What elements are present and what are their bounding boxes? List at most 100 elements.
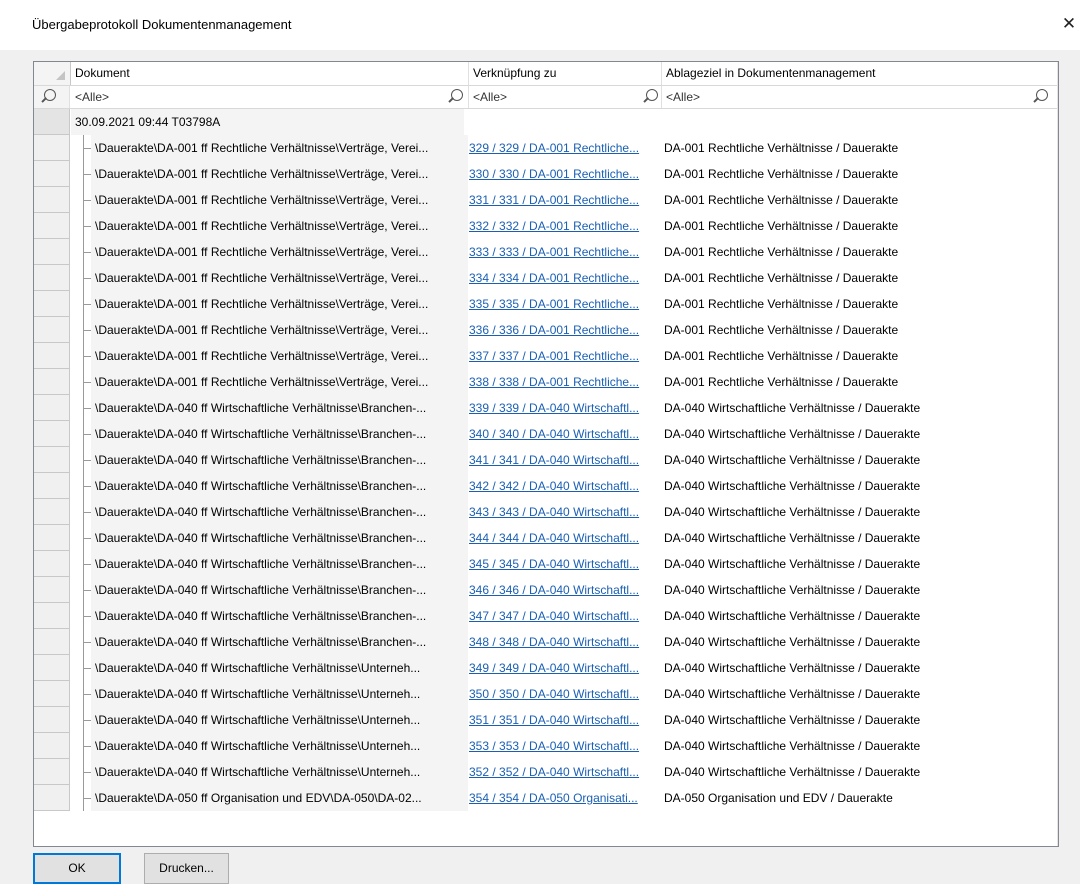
cell-ablageziel: DA-040 Wirtschaftliche Verhältnisse / Da… [664, 609, 921, 623]
cell-verknuepfung: 334 / 334 / DA-001 Rechtliche... [469, 265, 661, 291]
link-verknuepfung[interactable]: 331 / 331 / DA-001 Rechtliche... [469, 193, 639, 207]
search-icon[interactable] [451, 89, 463, 101]
link-verknuepfung[interactable]: 340 / 340 / DA-040 Wirtschaftl... [469, 427, 639, 441]
link-verknuepfung[interactable]: 334 / 334 / DA-001 Rechtliche... [469, 271, 639, 285]
row-selector[interactable] [34, 655, 70, 681]
row-selector[interactable] [34, 525, 70, 551]
row-selector[interactable] [34, 265, 70, 291]
vertical-scrollbar[interactable]: ︿ ﹀ [1057, 62, 1059, 846]
cell-dokument: \Dauerakte\DA-040 ff Wirtschaftliche Ver… [91, 707, 468, 733]
title-bar: Übergabeprotokoll Dokumentenmanagement ✕ [0, 0, 1080, 50]
cell-verknuepfung: 344 / 344 / DA-040 Wirtschaftl... [469, 525, 661, 551]
cell-dokument: \Dauerakte\DA-040 ff Wirtschaftliche Ver… [91, 551, 468, 577]
row-selector[interactable] [34, 109, 70, 135]
search-icon[interactable] [1036, 89, 1048, 101]
cell-ablageziel: DA-001 Rechtliche Verhältnisse / Dauerak… [664, 323, 899, 337]
cell-ablageziel: DA-050 Organisation und EDV / Dauerakte [664, 791, 893, 805]
column-label: Verknüpfung zu [473, 66, 557, 80]
row-selector[interactable] [34, 317, 70, 343]
row-selector[interactable] [34, 239, 70, 265]
select-all-corner[interactable] [34, 62, 71, 85]
row-selector[interactable] [34, 395, 70, 421]
link-verknuepfung[interactable]: 341 / 341 / DA-040 Wirtschaftl... [469, 453, 639, 467]
filter-input-dokument[interactable]: <Alle> [71, 86, 469, 108]
row-selector[interactable] [34, 343, 70, 369]
column-header-ablageziel[interactable]: Ablageziel in Dokumentenmanagement [662, 62, 1056, 85]
row-selector[interactable] [34, 759, 70, 785]
row-selector[interactable] [34, 213, 70, 239]
link-verknuepfung[interactable]: 333 / 333 / DA-001 Rechtliche... [469, 245, 639, 259]
link-verknuepfung[interactable]: 345 / 345 / DA-040 Wirtschaftl... [469, 557, 639, 571]
link-verknuepfung[interactable]: 338 / 338 / DA-001 Rechtliche... [469, 375, 639, 389]
cell-dokument: \Dauerakte\DA-040 ff Wirtschaftliche Ver… [91, 655, 468, 681]
row-selector[interactable] [34, 499, 70, 525]
row-selector[interactable] [34, 629, 70, 655]
link-verknuepfung[interactable]: 344 / 344 / DA-040 Wirtschaftl... [469, 531, 639, 545]
filter-row: <Alle> <Alle> <Alle> [34, 86, 1058, 109]
row-selector[interactable] [34, 187, 70, 213]
link-verknuepfung[interactable]: 350 / 350 / DA-040 Wirtschaftl... [469, 687, 639, 701]
cell-dokument: \Dauerakte\DA-001 ff Rechtliche Verhältn… [91, 161, 468, 187]
row-selector[interactable] [34, 707, 70, 733]
scroll-down-icon[interactable]: ﹀ [1058, 826, 1059, 844]
filter-input-ablageziel[interactable]: <Alle> [662, 86, 1056, 108]
link-verknuepfung[interactable]: 346 / 346 / DA-040 Wirtschaftl... [469, 583, 639, 597]
close-icon[interactable]: ✕ [1058, 13, 1080, 35]
link-verknuepfung[interactable]: 351 / 351 / DA-040 Wirtschaftl... [469, 713, 639, 727]
search-icon[interactable] [646, 89, 658, 101]
filter-input-verknuepfung[interactable]: <Alle> [469, 86, 662, 108]
cell-verknuepfung: 345 / 345 / DA-040 Wirtschaftl... [469, 551, 661, 577]
cell-verknuepfung: 340 / 340 / DA-040 Wirtschaftl... [469, 421, 661, 447]
row-selector[interactable] [34, 603, 70, 629]
cell-verknuepfung: 343 / 343 / DA-040 Wirtschaftl... [469, 499, 661, 525]
cell-verknuepfung: 342 / 342 / DA-040 Wirtschaftl... [469, 473, 661, 499]
link-verknuepfung[interactable]: 352 / 352 / DA-040 Wirtschaftl... [469, 765, 639, 779]
cell-verknuepfung: 333 / 333 / DA-001 Rechtliche... [469, 239, 661, 265]
row-selector[interactable] [34, 785, 70, 811]
link-verknuepfung[interactable]: 336 / 336 / DA-001 Rechtliche... [469, 323, 639, 337]
cell-verknuepfung: 335 / 335 / DA-001 Rechtliche... [469, 291, 661, 317]
link-verknuepfung[interactable]: 342 / 342 / DA-040 Wirtschaftl... [469, 479, 639, 493]
row-selector[interactable] [34, 135, 70, 161]
ok-button[interactable]: OK [33, 853, 121, 884]
link-verknuepfung[interactable]: 339 / 339 / DA-040 Wirtschaftl... [469, 401, 639, 415]
link-verknuepfung[interactable]: 337 / 337 / DA-001 Rechtliche... [469, 349, 639, 363]
scroll-up-icon[interactable]: ︿ [1058, 64, 1059, 82]
cell-verknuepfung: 330 / 330 / DA-001 Rechtliche... [469, 161, 661, 187]
row-selector[interactable] [34, 291, 70, 317]
cell-dokument: \Dauerakte\DA-040 ff Wirtschaftliche Ver… [91, 395, 468, 421]
cell-dokument: \Dauerakte\DA-001 ff Rechtliche Verhältn… [91, 317, 468, 343]
row-selector[interactable] [34, 473, 70, 499]
cell-dokument: \Dauerakte\DA-040 ff Wirtschaftliche Ver… [91, 525, 468, 551]
link-verknuepfung[interactable]: 354 / 354 / DA-050 Organisati... [469, 791, 638, 805]
link-verknuepfung[interactable]: 349 / 349 / DA-040 Wirtschaftl... [469, 661, 639, 675]
column-header-verknuepfung[interactable]: Verknüpfung zu [469, 62, 662, 85]
cell-ablageziel: DA-001 Rechtliche Verhältnisse / Dauerak… [664, 141, 899, 155]
link-verknuepfung[interactable]: 343 / 343 / DA-040 Wirtschaftl... [469, 505, 639, 519]
cell-ablageziel: DA-040 Wirtschaftliche Verhältnisse / Da… [664, 583, 921, 597]
row-selector[interactable] [34, 551, 70, 577]
row-selector[interactable] [34, 369, 70, 395]
print-button[interactable]: Drucken... [144, 853, 229, 884]
link-verknuepfung[interactable]: 332 / 332 / DA-001 Rechtliche... [469, 219, 639, 233]
cell-ablageziel: DA-040 Wirtschaftliche Verhältnisse / Da… [664, 713, 921, 727]
link-verknuepfung[interactable]: 348 / 348 / DA-040 Wirtschaftl... [469, 635, 639, 649]
cell-ablageziel: DA-040 Wirtschaftliche Verhältnisse / Da… [664, 635, 921, 649]
link-verknuepfung[interactable]: 335 / 335 / DA-001 Rechtliche... [469, 297, 639, 311]
link-verknuepfung[interactable]: 330 / 330 / DA-001 Rechtliche... [469, 167, 639, 181]
row-selector[interactable] [34, 681, 70, 707]
link-verknuepfung[interactable]: 329 / 329 / DA-001 Rechtliche... [469, 141, 639, 155]
link-verknuepfung[interactable]: 347 / 347 / DA-040 Wirtschaftl... [469, 609, 639, 623]
link-verknuepfung[interactable]: 353 / 353 / DA-040 Wirtschaftl... [469, 739, 639, 753]
row-selector[interactable] [34, 447, 70, 473]
cell-dokument: \Dauerakte\DA-040 ff Wirtschaftliche Ver… [91, 499, 468, 525]
row-selector[interactable] [34, 161, 70, 187]
cell-ablageziel: DA-001 Rechtliche Verhältnisse / Dauerak… [664, 193, 899, 207]
cell-dokument: \Dauerakte\DA-040 ff Wirtschaftliche Ver… [91, 603, 468, 629]
cell-ablageziel: DA-001 Rechtliche Verhältnisse / Dauerak… [664, 375, 899, 389]
cell-dokument: \Dauerakte\DA-040 ff Wirtschaftliche Ver… [91, 681, 468, 707]
column-header-dokument[interactable]: Dokument ︿ [71, 62, 469, 85]
row-selector[interactable] [34, 733, 70, 759]
row-selector[interactable] [34, 577, 70, 603]
row-selector[interactable] [34, 421, 70, 447]
